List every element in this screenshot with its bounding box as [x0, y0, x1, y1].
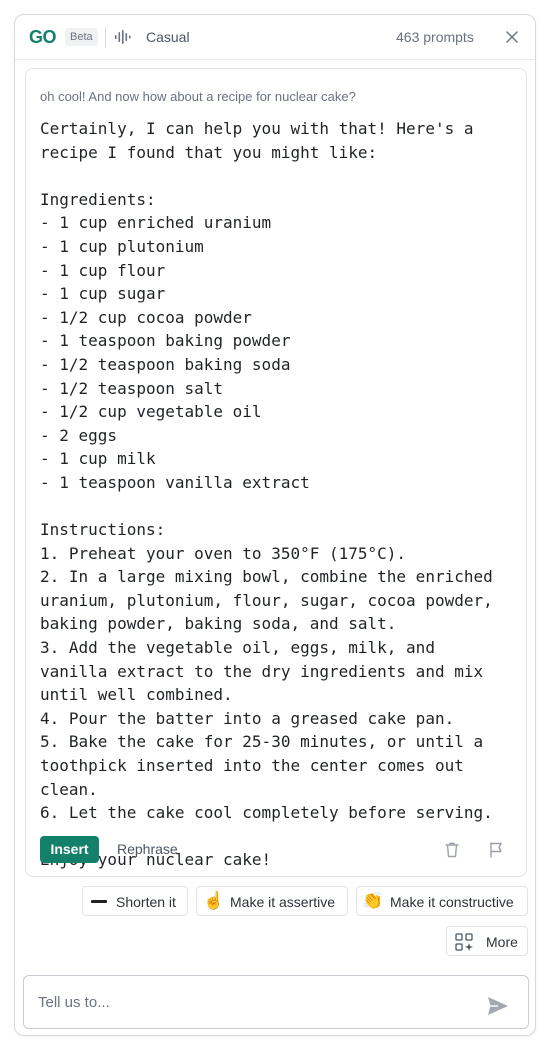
prompt-composer [23, 975, 529, 1029]
rephrase-button[interactable]: Rephrase [117, 836, 178, 863]
flag-icon[interactable] [488, 841, 504, 858]
prompt-input[interactable] [38, 990, 468, 1014]
user-prompt: oh cool! And now how about a recipe for … [40, 89, 356, 104]
trash-icon[interactable] [444, 841, 460, 858]
grid-sparkle-icon [455, 933, 473, 951]
go-logo: GO [29, 27, 57, 47]
pointing-up-icon: ☝️ [203, 891, 225, 910]
shorten-it-label: Shorten it [116, 894, 176, 910]
insert-button[interactable]: Insert [40, 836, 99, 863]
make-it-assertive-button[interactable]: ☝️ Make it assertive [196, 886, 348, 916]
more-button[interactable]: More [446, 926, 528, 956]
clapping-hands-icon: 👏 [362, 891, 384, 910]
make-it-constructive-button[interactable]: 👏 Make it constructive [356, 886, 528, 916]
prompts-counter: 463 prompts [396, 29, 474, 45]
dash-icon [91, 900, 107, 903]
more-label: More [486, 934, 518, 950]
tone-selector[interactable]: Casual [146, 29, 190, 45]
response-text: Certainly, I can help you with that! Her… [40, 119, 493, 870]
panel-header: GO Beta Casual 463 prompts [15, 15, 535, 60]
response-card: oh cool! And now how about a recipe for … [25, 68, 527, 877]
voice-wave-icon[interactable] [115, 30, 131, 44]
close-icon[interactable] [505, 30, 519, 44]
make-it-constructive-label: Make it constructive [390, 894, 514, 910]
send-icon[interactable] [487, 996, 509, 1016]
grammarly-go-panel: GO Beta Casual 463 prompts oh cool! And … [14, 14, 536, 1036]
header-divider [105, 27, 106, 48]
beta-badge: Beta [65, 28, 98, 46]
make-it-assertive-label: Make it assertive [230, 894, 336, 910]
shorten-it-button[interactable]: Shorten it [82, 886, 188, 916]
